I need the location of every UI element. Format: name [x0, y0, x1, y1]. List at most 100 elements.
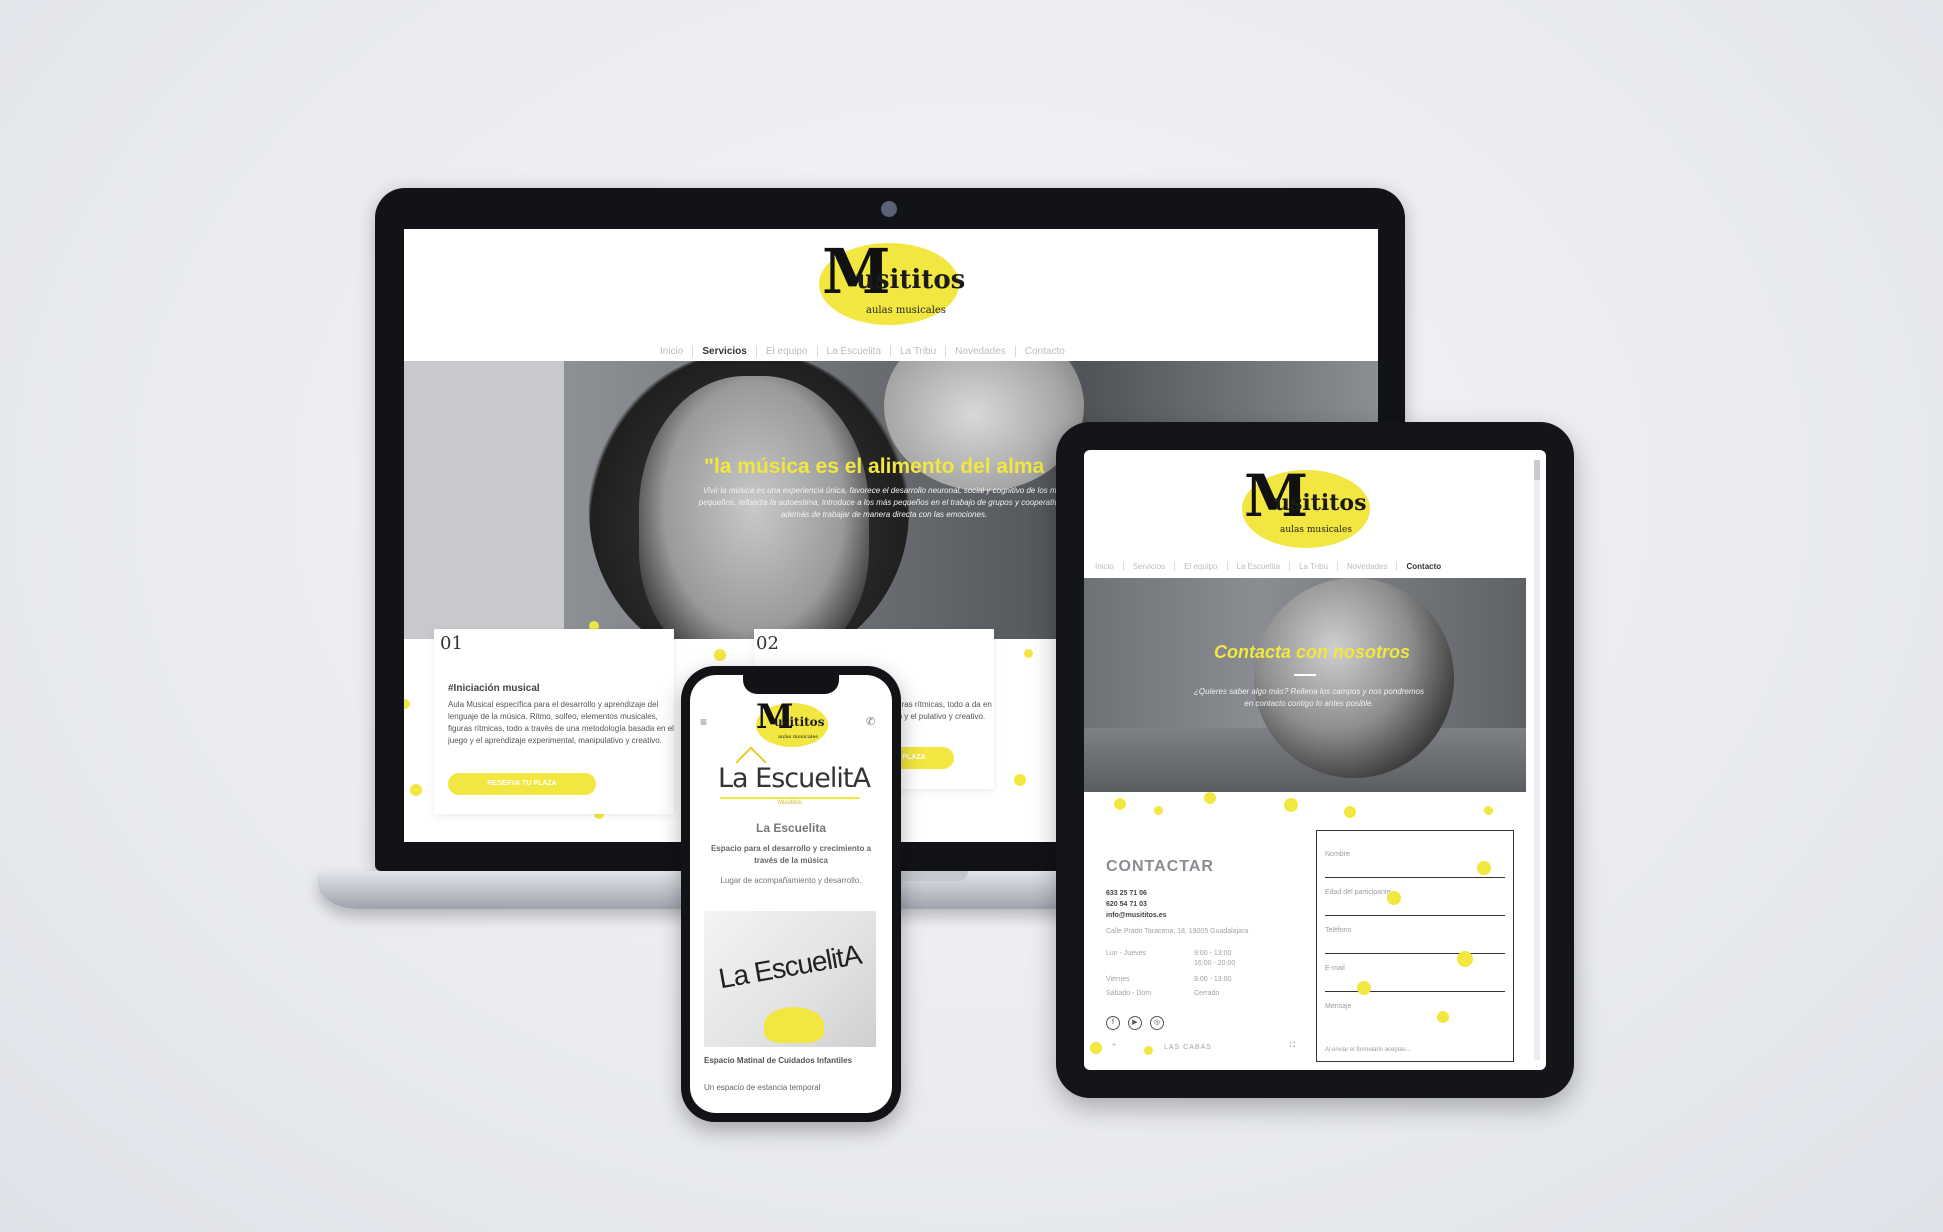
logo-wordmark: usititos [856, 265, 966, 295]
field-label-mensaje: Mensaje [1325, 1003, 1352, 1010]
reserve-button[interactable]: RESERVA TU PLAZA [448, 773, 596, 795]
decor-dot [1114, 798, 1126, 810]
hours-day: Viernes [1106, 976, 1130, 983]
decor-dot [1090, 1042, 1102, 1054]
contact-email[interactable]: info@musititos.es [1106, 912, 1167, 919]
decor-dot [1024, 649, 1033, 658]
escuelita-image: La EscuelitA [704, 911, 876, 1047]
contact-address: Calle Prado Taracena, 18, 19005 Guadalaj… [1106, 928, 1249, 935]
service-text: Un espacio de estancia temporal [704, 1083, 821, 1092]
decor-dot [404, 699, 410, 709]
hero-quote: "la música es el alimento del alma [704, 455, 1045, 478]
escuelita-logo: La EscuelitA [718, 763, 871, 794]
youtube-icon[interactable]: ▶ [1128, 1016, 1142, 1030]
phone-screen: ≡ ✆ M usititos aulas musicales La Escuel… [690, 675, 892, 1113]
service-text: Aula Musical específica para el desarrol… [448, 700, 674, 745]
field-label-edad: Edad del participante [1325, 889, 1391, 896]
nav-item-contacto[interactable]: Contacto [1397, 562, 1450, 571]
logo-tagline: aulas musicales [778, 734, 818, 740]
main-nav: Inicio Servicios El equipo La Escuelita … [1086, 562, 1450, 571]
hero-background-wall [404, 361, 564, 639]
decor-dot [1357, 981, 1371, 995]
service-heading: Espacio Matinal de Cuidados Infantiles [704, 1056, 853, 1065]
image-logo-text: La EscuelitA [716, 938, 864, 995]
nav-item-servicios[interactable]: Servicios [1124, 562, 1176, 571]
contact-form: Nombre Edad del participante Teléfono E-… [1316, 830, 1514, 1062]
logo-underline [720, 797, 860, 799]
nav-item-servicios[interactable]: Servicios [693, 346, 757, 357]
decor-dot [714, 649, 726, 661]
service-number: 02 [756, 633, 779, 654]
phone-call-icon[interactable]: ✆ [866, 715, 875, 728]
logo-wordmark: usititos [1274, 490, 1367, 516]
nav-item-inicio[interactable]: Inicio [651, 346, 694, 357]
camera-icon [881, 201, 897, 217]
name-input[interactable] [1325, 877, 1505, 878]
nav-item-escuelita[interactable]: La Escuelita [1228, 562, 1291, 571]
decor-dot [1437, 1011, 1449, 1023]
nav-item-tribu[interactable]: La Tribu [891, 346, 947, 357]
instagram-icon[interactable]: ◎ [1150, 1016, 1164, 1030]
decor-dot [410, 784, 422, 796]
nav-item-equipo[interactable]: El equipo [1175, 562, 1228, 571]
section-text-2: Lugar de acompañamiento y desarrollo. [720, 876, 862, 885]
facebook-icon[interactable]: f [1106, 1016, 1120, 1030]
phone-notch [743, 674, 839, 694]
tablet-screen: M usititos aulas musicales Inicio Servic… [1084, 450, 1546, 1070]
service-title: #Iniciación musical [448, 683, 540, 694]
decor-dot [1344, 806, 1356, 818]
hamburger-menu-icon[interactable]: ≡ [700, 715, 707, 729]
nav-item-novedades[interactable]: Novedades [946, 346, 1016, 357]
nav-item-equipo[interactable]: El equipo [757, 346, 818, 357]
title-divider [1294, 674, 1316, 676]
hero-text: Vivir la música es una experiencia única… [698, 486, 1070, 519]
scrollbar-thumb[interactable] [1534, 460, 1540, 480]
hours-time: 16:00 - 20:00 [1194, 960, 1236, 967]
nav-item-inicio[interactable]: Inicio [1086, 562, 1124, 571]
nav-item-tribu[interactable]: La Tribu [1290, 562, 1338, 571]
hours-time: 9:00 - 13:00 [1194, 950, 1232, 957]
logo-wordmark: usititos [774, 715, 825, 729]
scrollbar[interactable] [1534, 460, 1540, 1060]
field-label-email: E-mail [1325, 965, 1345, 972]
decor-dot [1014, 774, 1026, 786]
escuelita-logo-sub: Musititos [778, 800, 802, 806]
hours-day: Lun - Jueves [1106, 950, 1147, 957]
decor-dot [1144, 1046, 1153, 1055]
consent-checkbox[interactable]: Al enviar el formulario aceptas... [1325, 1047, 1411, 1053]
contact-phone-2[interactable]: 620 54 71 03 [1106, 901, 1147, 908]
decor-dot [1387, 891, 1401, 905]
expand-icon[interactable]: ⛶ [1290, 1042, 1295, 1050]
decor-dot [1154, 806, 1163, 815]
decor-dot [1484, 806, 1493, 815]
contact-heading: CONTACTAR [1106, 858, 1214, 875]
hours-time: 9:00 - 13:00 [1194, 976, 1232, 983]
service-number: 01 [440, 633, 463, 654]
logo-tagline: aulas musicales [866, 305, 946, 316]
contact-hero: Contacta con nosotros ¿Quieres saber alg… [1084, 578, 1526, 792]
contact-hero-subtitle: ¿Quieres saber algo más? Rellena los cam… [1194, 687, 1424, 708]
hours-day: Sábado - Dom [1106, 990, 1152, 997]
nav-item-contacto[interactable]: Contacto [1016, 346, 1074, 357]
plus-icon[interactable]: + [1112, 1042, 1116, 1049]
decor-dot [1204, 792, 1216, 804]
main-nav: Inicio Servicios El equipo La Escuelita … [651, 346, 1074, 357]
phone-input[interactable] [1325, 953, 1505, 954]
field-label-telefono: Teléfono [1325, 927, 1352, 934]
field-label-nombre: Nombre [1325, 851, 1350, 858]
image-yellow-splash [764, 1007, 824, 1043]
footer-text: LAS CABAS [1164, 1044, 1212, 1051]
decor-dot [1284, 798, 1298, 812]
contact-phone-1[interactable]: 633 25 71 06 [1106, 890, 1147, 897]
section-text: Espacio para el desarrollo y crecimiento… [710, 844, 872, 865]
logo-tagline: aulas musicales [1280, 525, 1352, 535]
decor-dot [1477, 861, 1491, 875]
nav-item-novedades[interactable]: Novedades [1338, 562, 1398, 571]
section-title: La Escuelita [755, 821, 827, 835]
email-input[interactable] [1325, 991, 1505, 992]
age-input[interactable] [1325, 915, 1505, 916]
hero-photo-person [1254, 578, 1454, 778]
hours-time: Cerrado [1194, 990, 1220, 997]
nav-item-escuelita[interactable]: La Escuelita [818, 346, 892, 357]
decor-dot [1457, 951, 1473, 967]
